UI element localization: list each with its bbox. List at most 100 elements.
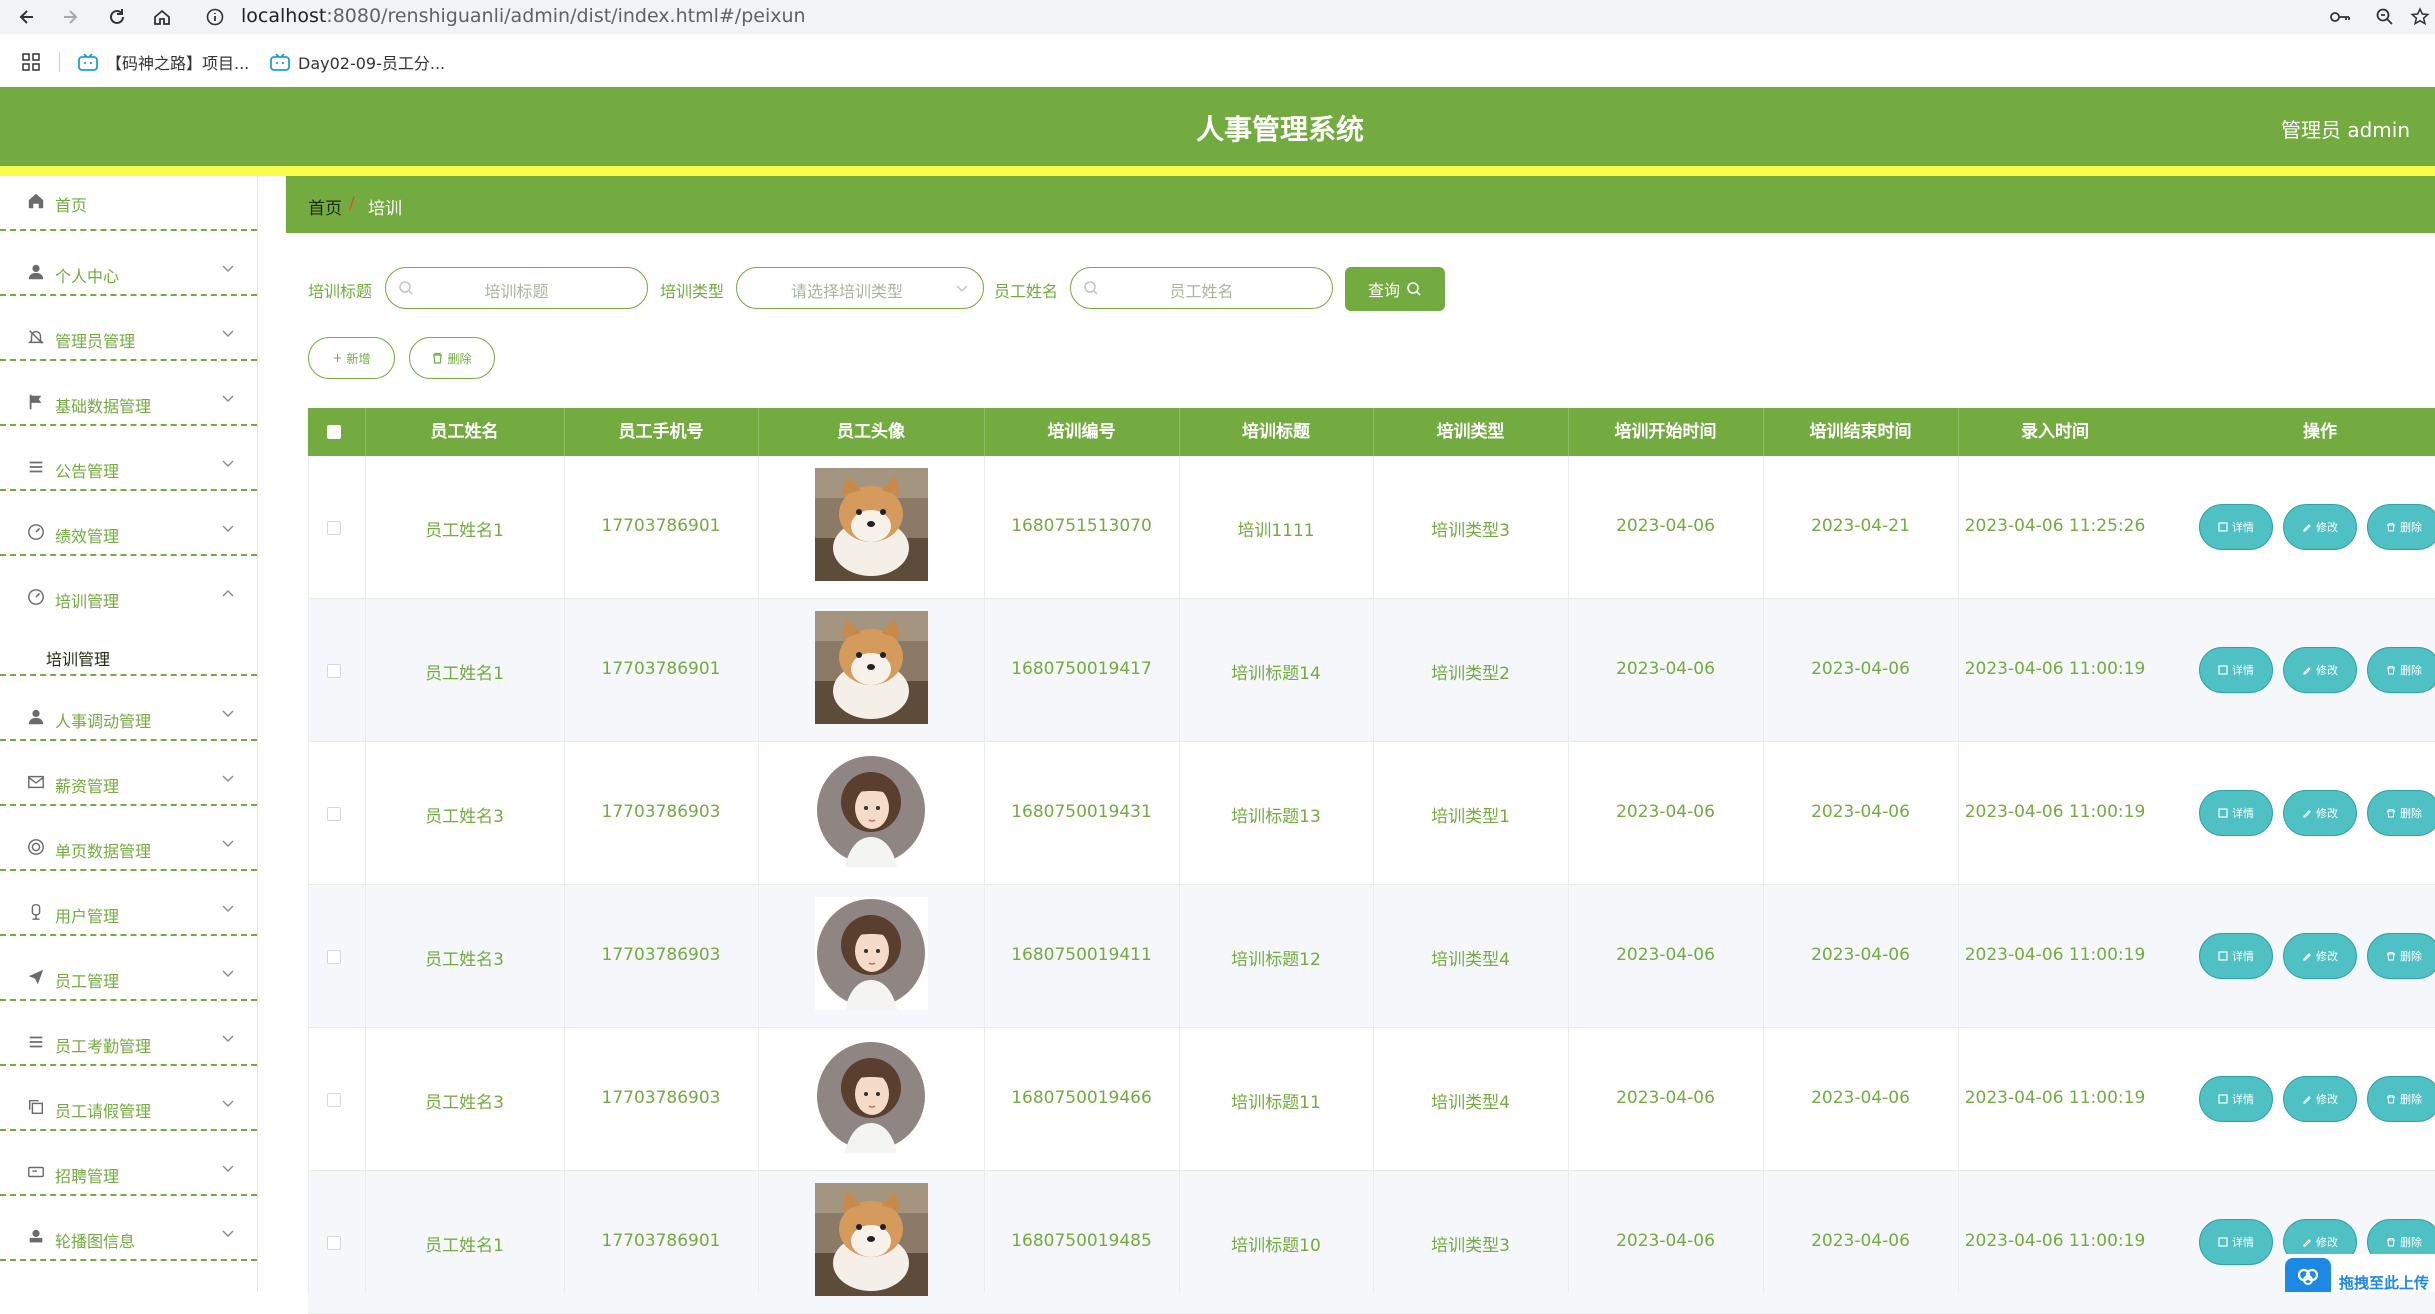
home-icon <box>26 191 46 211</box>
query-label: 查询 <box>1367 281 1400 300</box>
ticket-icon <box>26 1162 46 1182</box>
row-checkbox[interactable] <box>327 950 341 964</box>
batch-delete-button[interactable]: 删除 <box>409 337 495 379</box>
column-header: 员工头像 <box>837 422 905 442</box>
sidebar-item[interactable]: 员工管理 <box>0 936 257 1001</box>
avatar-dog-image <box>815 611 928 724</box>
edit-button[interactable]: 修改 <box>2283 504 2357 550</box>
sidebar-item[interactable]: 薪资管理 <box>0 741 257 806</box>
name-search-input[interactable]: 员工姓名 <box>1070 267 1333 309</box>
edit-button[interactable]: 修改 <box>2283 1076 2357 1122</box>
delete-button[interactable]: 删除 <box>2367 504 2435 550</box>
select-all-checkbox[interactable] <box>327 425 341 439</box>
home-browser-icon[interactable] <box>147 2 177 32</box>
detail-label: 详情 <box>2232 950 2254 963</box>
sidebar-item-label: 单页数据管理 <box>55 842 152 861</box>
sidebar-item[interactable]: 员工请假管理 <box>0 1066 257 1131</box>
sidebar-item[interactable]: 个人中心 <box>0 231 257 296</box>
detail-icon <box>2218 1237 2228 1247</box>
query-button[interactable]: 查询 <box>1345 267 1445 311</box>
delete-button[interactable]: 删除 <box>2367 647 2435 693</box>
delete-button[interactable]: 删除 <box>2367 790 2435 836</box>
sidebar-item[interactable]: 培训管理 培训管理 <box>0 556 257 676</box>
detail-button[interactable]: 详情 <box>2199 790 2273 836</box>
row-checkbox[interactable] <box>327 1093 341 1107</box>
cell-phone: 17703786901 <box>601 516 721 536</box>
chevron-down-icon <box>221 836 235 850</box>
cell-end: 2023-04-06 <box>1811 1088 1910 1108</box>
cell-phone: 17703786903 <box>601 802 721 822</box>
delete-label: 删除 <box>2400 807 2422 820</box>
reload-icon[interactable] <box>102 2 132 32</box>
forward-icon[interactable] <box>55 2 85 32</box>
delete-label: 删除 <box>447 351 472 366</box>
chevron-down-icon <box>221 1031 235 1045</box>
edit-button[interactable]: 修改 <box>2283 647 2357 693</box>
header-divider <box>1179 408 1180 456</box>
detail-label: 详情 <box>2232 807 2254 820</box>
bookmark-item[interactable]: 【码神之路】项目... <box>78 48 249 76</box>
url-text[interactable]: localhost:8080/renshiguanli/admin/dist/i… <box>241 3 806 30</box>
type-select[interactable]: 请选择培训类型 <box>736 267 984 309</box>
add-button[interactable]: + 新增 <box>308 337 395 379</box>
detail-button[interactable]: 详情 <box>2199 647 2273 693</box>
chevron-down-icon <box>221 1161 235 1175</box>
bookmark-star-icon[interactable] <box>2405 2 2435 32</box>
detail-button[interactable]: 详情 <box>2199 933 2273 979</box>
sidebar-item[interactable]: 基础数据管理 <box>0 361 257 426</box>
edit-button[interactable]: 修改 <box>2283 933 2357 979</box>
bookmarks-bar: 【码神之路】项目... Day02-09-员工分... <box>0 48 2435 78</box>
password-key-icon[interactable] <box>2325 2 2355 32</box>
row-checkbox[interactable] <box>327 521 341 535</box>
sidebar-item[interactable]: 管理员管理 <box>0 296 257 361</box>
admin-user-label[interactable]: 管理员 admin <box>2281 114 2410 143</box>
sidebar-subitem-training[interactable]: 培训管理 <box>46 646 110 670</box>
sidebar-item-label: 员工考勤管理 <box>55 1037 152 1056</box>
apps-grid-icon[interactable] <box>22 48 40 76</box>
edit-button[interactable]: 修改 <box>2283 790 2357 836</box>
microphone-icon <box>26 902 46 922</box>
edit-label: 修改 <box>2316 664 2338 677</box>
title-search-input[interactable]: 培训标题 <box>385 267 648 309</box>
gauge-icon <box>26 522 46 542</box>
delete-button[interactable]: 删除 <box>2367 933 2435 979</box>
sidebar-item[interactable]: 绩效管理 <box>0 491 257 556</box>
edit-icon <box>2302 808 2312 818</box>
upload-widget[interactable]: 拖拽至此上传 <box>2285 1254 2435 1292</box>
delete-label: 删除 <box>2400 1236 2422 1249</box>
breadcrumb-home[interactable]: 首页 <box>308 194 342 219</box>
header-divider <box>984 408 985 456</box>
column-header: 培训类型 <box>1436 422 1505 442</box>
column-header: 员工手机号 <box>618 422 704 442</box>
sidebar-item[interactable]: 轮播图信息 <box>0 1196 257 1261</box>
back-icon[interactable] <box>12 2 42 32</box>
column-divider <box>1373 456 1374 1292</box>
site-info-icon[interactable] <box>200 2 230 32</box>
cell-start: 2023-04-06 <box>1616 945 1715 965</box>
detail-icon <box>2218 808 2228 818</box>
sidebar-item[interactable]: 用户管理 <box>0 871 257 936</box>
row-checkbox[interactable] <box>327 1236 341 1250</box>
sidebar-item[interactable]: 首页 <box>0 170 257 231</box>
sidebar-item[interactable]: 公告管理 <box>0 426 257 491</box>
cell-title: 培训1111 <box>1237 521 1315 541</box>
row-checkbox[interactable] <box>327 807 341 821</box>
cell-name: 员工姓名3 <box>425 950 504 970</box>
cell-code: 1680750019417 <box>1011 659 1152 679</box>
detail-button[interactable]: 详情 <box>2199 1076 2273 1122</box>
bookmarks-divider <box>59 52 60 72</box>
detail-button[interactable]: 详情 <box>2199 504 2273 550</box>
sidebar-item[interactable]: 单页数据管理 <box>0 806 257 871</box>
cell-name: 员工姓名1 <box>425 664 504 684</box>
sidebar-item[interactable]: 人事调动管理 <box>0 676 257 741</box>
chevron-down-icon <box>221 326 235 340</box>
bookmark-item[interactable]: Day02-09-员工分... <box>270 48 445 76</box>
cloud-upload-icon <box>2285 1258 2331 1292</box>
delete-button[interactable]: 删除 <box>2367 1076 2435 1122</box>
sidebar-item[interactable]: 招聘管理 <box>0 1131 257 1196</box>
detail-button[interactable]: 详情 <box>2199 1219 2273 1265</box>
zoom-icon[interactable] <box>2370 2 2400 32</box>
row-checkbox[interactable] <box>327 664 341 678</box>
sidebar-item[interactable]: 员工考勤管理 <box>0 1001 257 1066</box>
edit-icon <box>2302 951 2312 961</box>
